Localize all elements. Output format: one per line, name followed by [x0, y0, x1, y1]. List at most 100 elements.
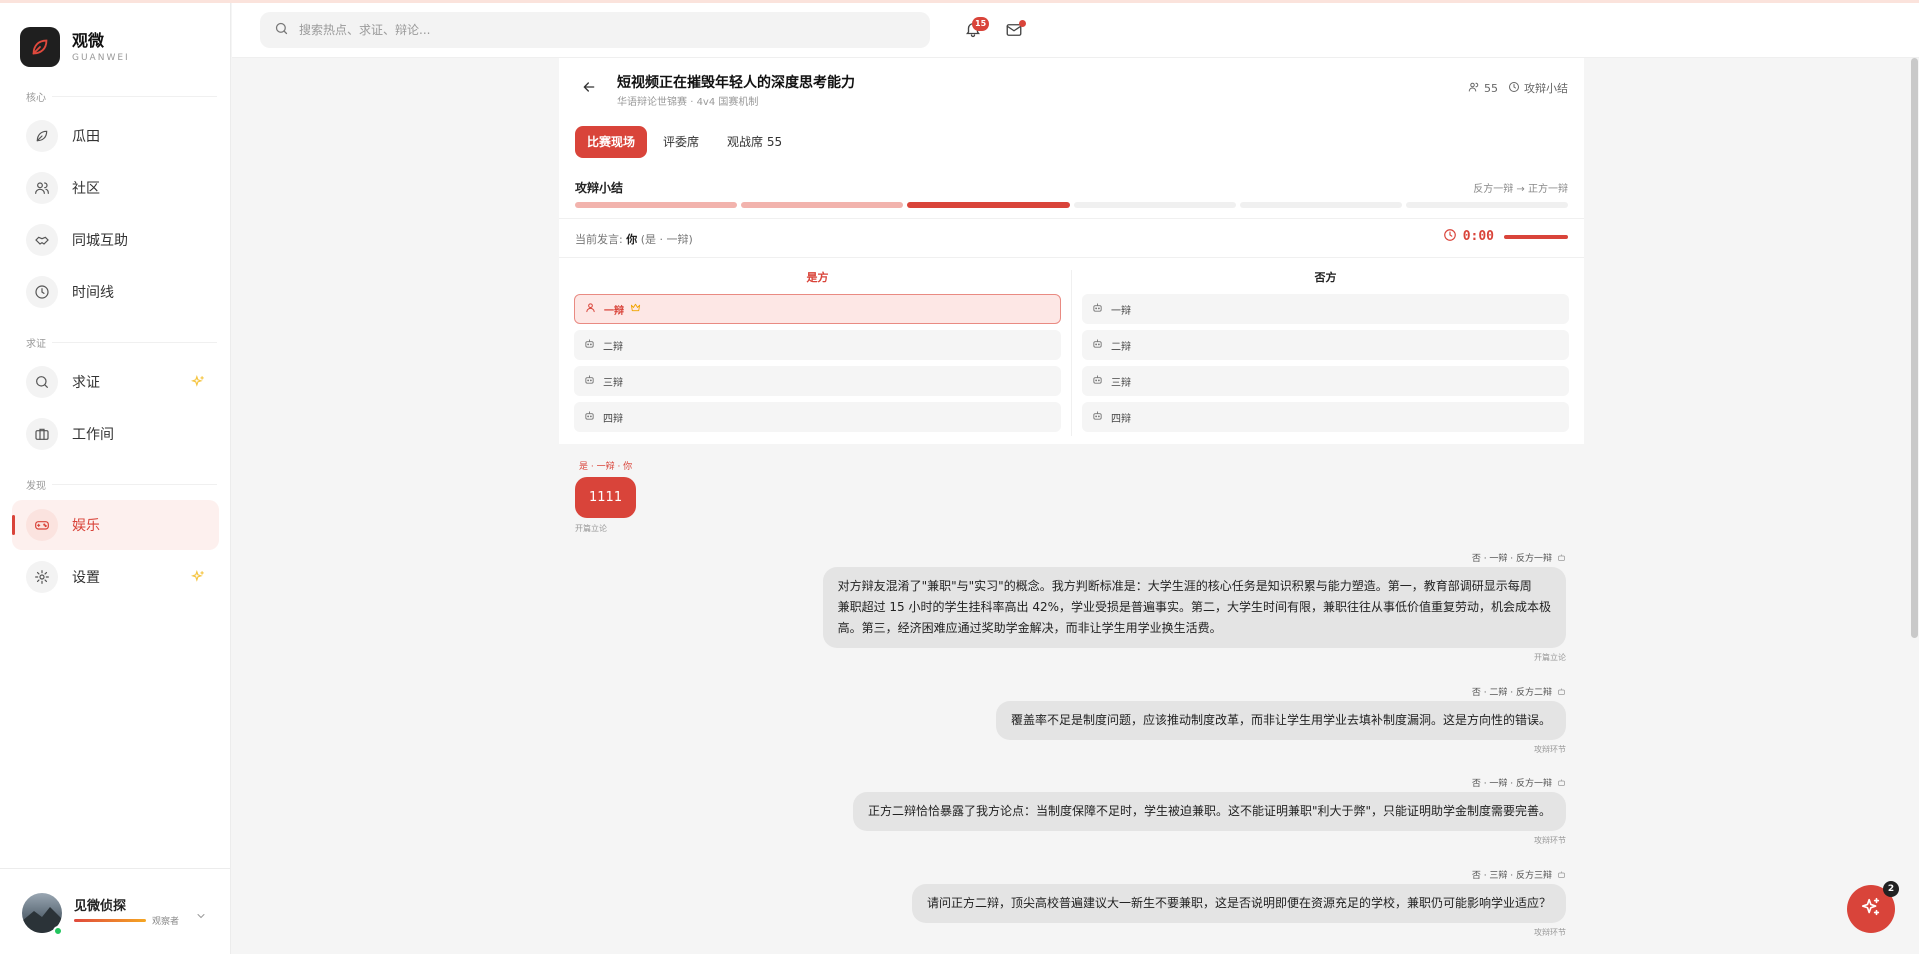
debate-tabs: 比赛现场 评委席 观战席 55: [575, 126, 798, 158]
divider: [559, 257, 1584, 258]
seat-label: 二辩: [603, 341, 623, 353]
sidebar-item-community[interactable]: 社区: [12, 163, 219, 213]
robot-icon: [1558, 779, 1565, 786]
section-label-core: 核心: [26, 93, 46, 104]
tab-spectators[interactable]: 观战席 55: [715, 126, 794, 158]
section-label-verify: 求证: [26, 339, 46, 350]
sidebar-item-local-help[interactable]: 同城互助: [12, 215, 219, 265]
stage-title: 攻辩小结: [575, 181, 624, 195]
seat-label: 三辩: [1111, 377, 1131, 389]
crown-icon: [630, 302, 641, 316]
back-arrow-icon[interactable]: [581, 79, 597, 99]
user-level-bar: [74, 919, 146, 922]
progress-segment: [1073, 202, 1236, 208]
scrollbar[interactable]: [1911, 58, 1918, 638]
brand[interactable]: 观微 GUANWEI: [20, 27, 130, 67]
sidebar-item-verify[interactable]: 求证: [12, 357, 219, 407]
sidebar-item-guatian[interactable]: 瓜田: [12, 111, 219, 161]
handshake-icon: [26, 224, 58, 256]
briefcase-icon: [26, 418, 58, 450]
robot-icon: [1092, 374, 1103, 388]
robot-icon: [1558, 871, 1565, 878]
robot-icon: [584, 374, 595, 388]
tab-arena[interactable]: 比赛现场: [575, 126, 648, 158]
robot-icon: [584, 410, 595, 424]
sidebar-item-label: 求证: [72, 375, 100, 391]
search-box[interactable]: [260, 12, 930, 48]
sidebar-item-label: 时间线: [72, 285, 114, 301]
seat-label: 四辩: [603, 413, 623, 425]
online-status-dot: [53, 926, 63, 936]
debate-meta: 55 攻辩小结: [1464, 80, 1568, 96]
sidebar-item-settings[interactable]: 设置: [12, 552, 219, 602]
seat-pro-2[interactable]: 二辩: [574, 330, 1061, 360]
section-divider: [52, 484, 217, 485]
sidebar: 观微 GUANWEI 核心 瓜田 社区 同城互助 时间线 求证 求证 工作间 发…: [0, 3, 231, 954]
mail-unread-dot: [1019, 20, 1026, 27]
seat-con-1[interactable]: 一辩: [1082, 294, 1569, 324]
message-bubble: 正方二辩恰恰暴露了我方论点：当制度保障不足时，学生被迫兼职。这不能证明兼职"利大…: [852, 792, 1566, 831]
seat-label: 四辩: [1111, 413, 1131, 425]
sparkle-icon: [190, 374, 205, 393]
debate-title: 短视频正在摧毁年轻人的深度思考能力: [617, 75, 855, 91]
my-message-bubble: 1111: [575, 477, 637, 518]
notification-badge: 15: [972, 17, 990, 31]
competition-name: 华语辩论世锦赛: [617, 97, 687, 108]
robot-icon: [1558, 554, 1565, 561]
message-line: 高。第三，经济困难应通过奖助学金解决，而非让学生用学业换生活费。: [837, 621, 1222, 635]
message-stage: 攻辩环节: [1534, 928, 1566, 937]
seat-pro-3[interactable]: 三辩: [574, 366, 1061, 396]
progress-segment: [1239, 202, 1402, 208]
stage-flow: 反方一辩 → 正方一辩: [1473, 184, 1568, 195]
section-divider: [52, 342, 217, 343]
speaker-label: 当前发言:: [575, 233, 623, 246]
debate-format: 4v4 国赛机制: [696, 97, 759, 108]
robot-icon: [1092, 302, 1103, 316]
seat-con-3[interactable]: 三辩: [1082, 366, 1569, 396]
search-input[interactable]: [299, 23, 899, 37]
logo-icon: [20, 27, 60, 67]
message-bubble: 请问正方二辩，顶尖高校普遍建议大一新生不要兼职，这是否说明即便在资源充足的学校，…: [911, 884, 1566, 923]
timer-value: 0:00: [1462, 229, 1494, 244]
audience-count: 55: [1484, 81, 1498, 95]
message-stage: 攻辩环节: [1534, 745, 1566, 754]
debate-subtitle: 华语辩论世锦赛 · 4v4 国赛机制: [617, 93, 758, 108]
speaker-name: 你: [626, 233, 638, 246]
seat-con-4[interactable]: 四辩: [1082, 402, 1569, 432]
seat-label: 二辩: [1111, 341, 1131, 353]
message-line: 请问正方二辩，顶尖高校普遍建议大一新生不要兼职，这是否说明即便在资源充足的学校，…: [926, 896, 1551, 910]
sidebar-item-workshop[interactable]: 工作间: [12, 409, 219, 459]
speaker-role: (是 · 一辩): [640, 233, 693, 246]
clock-icon: [1443, 227, 1457, 246]
message-meta: 否 · 二辩 · 反方二辩: [1471, 688, 1552, 698]
sidebar-item-entertainment[interactable]: 娱乐: [12, 500, 219, 550]
timer: 0:00: [1443, 227, 1568, 246]
tab-judges[interactable]: 评委席: [651, 126, 711, 158]
sidebar-item-label: 娱乐: [72, 518, 100, 534]
seat-pro-4[interactable]: 四辩: [574, 402, 1061, 432]
chevron-down-icon[interactable]: [195, 907, 207, 926]
sidebar-item-timeline[interactable]: 时间线: [12, 267, 219, 317]
message-item: 否 · 二辩 · 反方二辩 覆盖率不足是制度问题，应该推动制度改革，而非让学生用…: [995, 685, 1566, 755]
message-item: 否 · 一辩 · 反方一辩 对方辩友混淆了"兼职"与"实习"的概念。我方判断标准…: [822, 551, 1566, 663]
section-label-discover: 发现: [26, 481, 46, 492]
message-meta: 否 · 三辩 · 反方三辩: [1471, 871, 1552, 881]
sidebar-item-label: 瓜田: [72, 129, 100, 145]
timer-bar: [1504, 234, 1568, 239]
search-icon: [274, 21, 289, 40]
user-profile[interactable]: 见微侦探 观察者: [0, 868, 231, 954]
con-side: 否方 一辩 二辩 三辩 四辩: [1082, 268, 1569, 432]
sidebar-item-label: 设置: [72, 570, 100, 586]
message-line: 兼职超过 15 小时的学生挂科率高出 42%，学业受损是普遍事实。第二，大学生时…: [837, 600, 1551, 614]
pro-side-title: 是方: [806, 271, 829, 284]
seat-pro-1[interactable]: 一辩: [574, 294, 1061, 324]
seat-label: 一辩: [604, 305, 624, 317]
clock-icon: [26, 276, 58, 308]
message-line: 正方二辩恰恰暴露了我方论点：当制度保障不足时，学生被迫兼职。这不能证明兼职"利大…: [867, 804, 1551, 818]
progress-segment: [907, 202, 1070, 208]
user-icon: [585, 302, 596, 316]
top-bar: 15: [232, 3, 1919, 58]
debate-card: 短视频正在摧毁年轻人的深度思考能力 华语辩论世锦赛 · 4v4 国赛机制 55 …: [559, 58, 1584, 444]
gear-icon: [26, 561, 58, 593]
seat-con-2[interactable]: 二辩: [1082, 330, 1569, 360]
